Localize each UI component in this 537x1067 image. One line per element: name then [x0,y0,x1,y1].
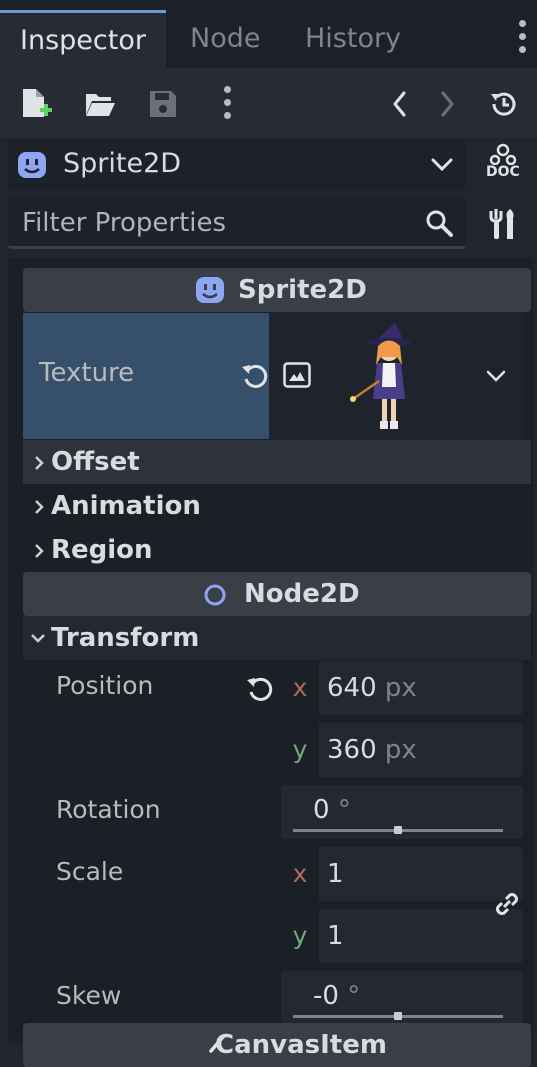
position-label: Position [56,671,154,700]
scale-y-value: 1 [327,921,344,951]
search-icon [426,210,453,237]
rotation-slider-grabber[interactable] [394,826,402,834]
y-axis-label: y [281,723,319,777]
y-axis-label: y [281,909,319,963]
tools-icon[interactable] [488,207,518,241]
new-resource-icon[interactable] [20,87,52,121]
position-y-value: 360 px [327,735,417,765]
open-docs-button[interactable]: DOC [483,143,523,185]
chevron-right-icon [35,500,44,514]
skew-slider-grabber[interactable] [394,1012,402,1020]
node-selector-dropdown[interactable]: Sprite2D [8,139,466,190]
rotation-value: 0 ° [313,795,351,825]
section-header-node2d[interactable]: Node2D [23,572,531,616]
chevron-right-icon [35,544,44,558]
selected-node-label: Sprite2D [63,148,182,179]
chevron-right-icon [35,456,44,470]
scale-label: Scale [56,857,124,886]
rotation-label: Rotation [56,795,161,824]
group-label: Transform [51,623,200,653]
scale-y-field[interactable]: y 1 [281,909,523,963]
property-panel: Sprite2D Texture Offset Animation Region… [8,258,533,1067]
scale-x-field[interactable]: x 1 [281,847,523,901]
section-title: Sprite2D [238,275,367,305]
node2d-icon [204,584,226,606]
dock-menu-icon[interactable] [515,20,529,58]
chevron-down-icon [486,370,506,382]
scale-x-value: 1 [327,859,344,889]
node-doc-icon [489,143,517,165]
texture-preview-image [350,323,411,429]
skew-value: -0 ° [313,981,361,1011]
doc-label: DOC [486,164,520,180]
group-transform[interactable]: Transform [23,616,531,660]
history-icon[interactable] [488,88,520,120]
group-animation[interactable]: Animation [23,484,531,528]
texture-type-icon [283,362,311,388]
section-header-sprite2d[interactable]: Sprite2D [23,268,531,312]
back-icon[interactable] [390,90,410,118]
chevron-down-icon [431,158,453,172]
chevron-down-icon [31,634,45,643]
skew-label: Skew [56,981,122,1010]
link-icon[interactable] [492,889,522,919]
save-icon[interactable] [148,89,178,119]
x-axis-label: x [281,847,319,901]
tab-history[interactable]: History [305,10,401,68]
forward-icon[interactable] [437,90,457,118]
group-label: Region [51,535,153,565]
filter-properties-field[interactable] [8,198,466,249]
sprite2d-icon [196,277,224,303]
more-options-icon[interactable] [221,86,233,125]
group-label: Animation [51,491,201,521]
open-folder-icon[interactable] [84,90,116,118]
position-x-field[interactable]: x 640 px [281,661,523,715]
inspector-toolbar [0,68,537,138]
rotation-slider-field[interactable]: 0 ° [281,785,523,839]
group-region[interactable]: Region [23,528,531,572]
sprite2d-icon [18,152,46,178]
position-x-value: 640 px [327,673,417,703]
texture-label: Texture [39,358,135,388]
filter-properties-input[interactable] [20,204,414,242]
tab-inspector[interactable]: Inspector [0,10,166,68]
section-title: Node2D [244,579,360,609]
group-label: Offset [51,447,140,477]
position-y-field[interactable]: y 360 px [281,723,523,777]
x-axis-label: x [281,661,319,715]
skew-slider-field[interactable]: -0 ° [281,971,523,1025]
group-offset[interactable]: Offset [23,440,531,484]
texture-property-label: Texture [23,313,277,439]
dock-tab-bar: Inspector Node History [0,0,537,68]
section-title: CanvasItem [215,1030,387,1060]
texture-picker[interactable] [269,313,523,439]
revert-icon[interactable] [240,361,270,391]
section-header-canvasitem[interactable]: CanvasItem [23,1023,531,1067]
revert-icon[interactable] [245,674,275,704]
tab-node[interactable]: Node [190,10,260,68]
